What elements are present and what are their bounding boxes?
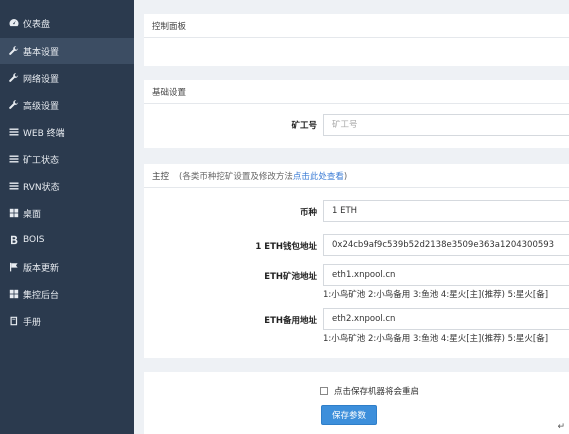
control-panel-title: 控制面板 [144,14,569,38]
sidebar-item-dashboard[interactable]: 仪表盘 [0,10,134,36]
pool-address-field[interactable]: eth1.xnpool.cn [323,264,569,286]
reboot-checkbox-row[interactable]: 点击保存机器将会重启 [320,385,419,397]
sidebar-item-label: WEB 终端 [23,128,65,139]
hint-text: (各类币种挖矿设置及修改方法 [179,171,293,182]
sidebar-item-label: 桌面 [23,209,42,220]
sidebar-item-rvn-status[interactable]: RVN状态 [0,173,134,199]
list-icon [8,153,20,165]
hint-close: ) [343,171,348,182]
basic-settings-title: 基础设置 [144,80,569,104]
basic-settings-section: 基础设置 矿工号 [144,80,569,148]
sidebar-item-label: 版本更新 [23,263,60,274]
wallet-label: 1 ETH钱包地址 [255,242,317,252]
sidebar-item-label: 网络设置 [23,74,60,85]
book-icon [8,315,20,327]
list-icon [8,180,20,192]
bold-b-icon [8,234,20,246]
sidebar-item-label: BOIS [23,235,45,245]
wallet-address-field[interactable]: 0x24cb9af9c539b52d2138e3509e363a12043005… [323,234,569,256]
coin-label: 币种 [299,208,317,218]
sidebar-item-manual[interactable]: 手册 [0,308,134,334]
main-control-header: 主控 (各类币种挖矿设置及修改方法点击此处查看) [144,164,569,188]
sidebar-item-label: 集控后台 [23,290,60,301]
main-control-hint: (各类币种挖矿设置及修改方法点击此处查看) [179,170,347,182]
return-mark: ↵ [557,422,565,432]
worker-field[interactable] [323,114,569,136]
pool-options-text: 1:小鸟矿池 2:小鸟备用 3:鱼池 4:星火[主](推荐) 5:星火[备] [323,290,549,300]
worker-label: 矿工号 [291,121,317,131]
backup-options-text: 1:小鸟矿池 2:小鸟备用 3:鱼池 4:星火[主](推荐) 5:星火[备] [323,334,549,344]
sidebar-item-web-terminal[interactable]: WEB 终端 [0,119,134,145]
sidebar-item-desktop[interactable]: 桌面 [0,200,134,226]
control-panel-section: 控制面板 [144,14,569,66]
sidebar-item-label: 矿工状态 [23,155,60,166]
wrench-icon [8,72,20,84]
reboot-label: 点击保存机器将会重启 [334,387,420,397]
grid-icon [8,288,20,300]
sidebar-item-bois[interactable]: BOIS [0,227,134,253]
sidebar-item-label: 高级设置 [23,101,60,112]
sidebar-item-advanced-settings[interactable]: 高级设置 [0,92,134,118]
sidebar-item-label: 手册 [23,317,42,328]
reboot-checkbox[interactable] [320,387,328,395]
wrench-icon [8,99,20,111]
sidebar-item-central-control[interactable]: 集控后台 [0,281,134,307]
worker-input[interactable] [332,120,569,130]
main-content: 控制面板 基础设置 矿工号 主控 (各类币种挖矿设置及修改方法点击此处查看) 币… [134,0,569,434]
pool-label: ETH矿池地址 [264,272,317,282]
backup-pool-field[interactable]: eth2.xnpool.cn [323,308,569,330]
sidebar-item-network-settings[interactable]: 网络设置 [0,65,134,91]
sidebar-item-version-update[interactable]: 版本更新 [0,254,134,280]
save-button[interactable]: 保存参数 [321,405,377,425]
sidebar-item-miner-status[interactable]: 矿工状态 [0,146,134,172]
sidebar-item-basic-settings[interactable]: 基本设置 [0,38,134,64]
sidebar-item-label: 仪表盘 [23,19,51,30]
list-icon [8,126,20,138]
sidebar-item-label: 基本设置 [23,47,60,58]
view-instructions-link[interactable]: 点击此处查看 [293,172,344,182]
sidebar-item-label: RVN状态 [23,182,60,193]
backup-pool-label: ETH备用地址 [264,316,317,326]
dashboard-icon [8,17,20,29]
coin-select[interactable]: 1 ETH [323,200,569,222]
main-control-title: 主控 [152,171,170,182]
save-section: 点击保存机器将会重启 保存参数 [144,372,569,434]
grid-icon [8,207,20,219]
main-control-section: 主控 (各类币种挖矿设置及修改方法点击此处查看) 币种 1 ETH 1 ETH钱… [144,164,569,358]
wrench-icon [8,45,20,57]
flag-icon [8,261,20,273]
sidebar: 仪表盘 基本设置 网络设置 高级设置 WEB 终端 矿工状态 RVN状态 桌面 … [0,0,134,434]
